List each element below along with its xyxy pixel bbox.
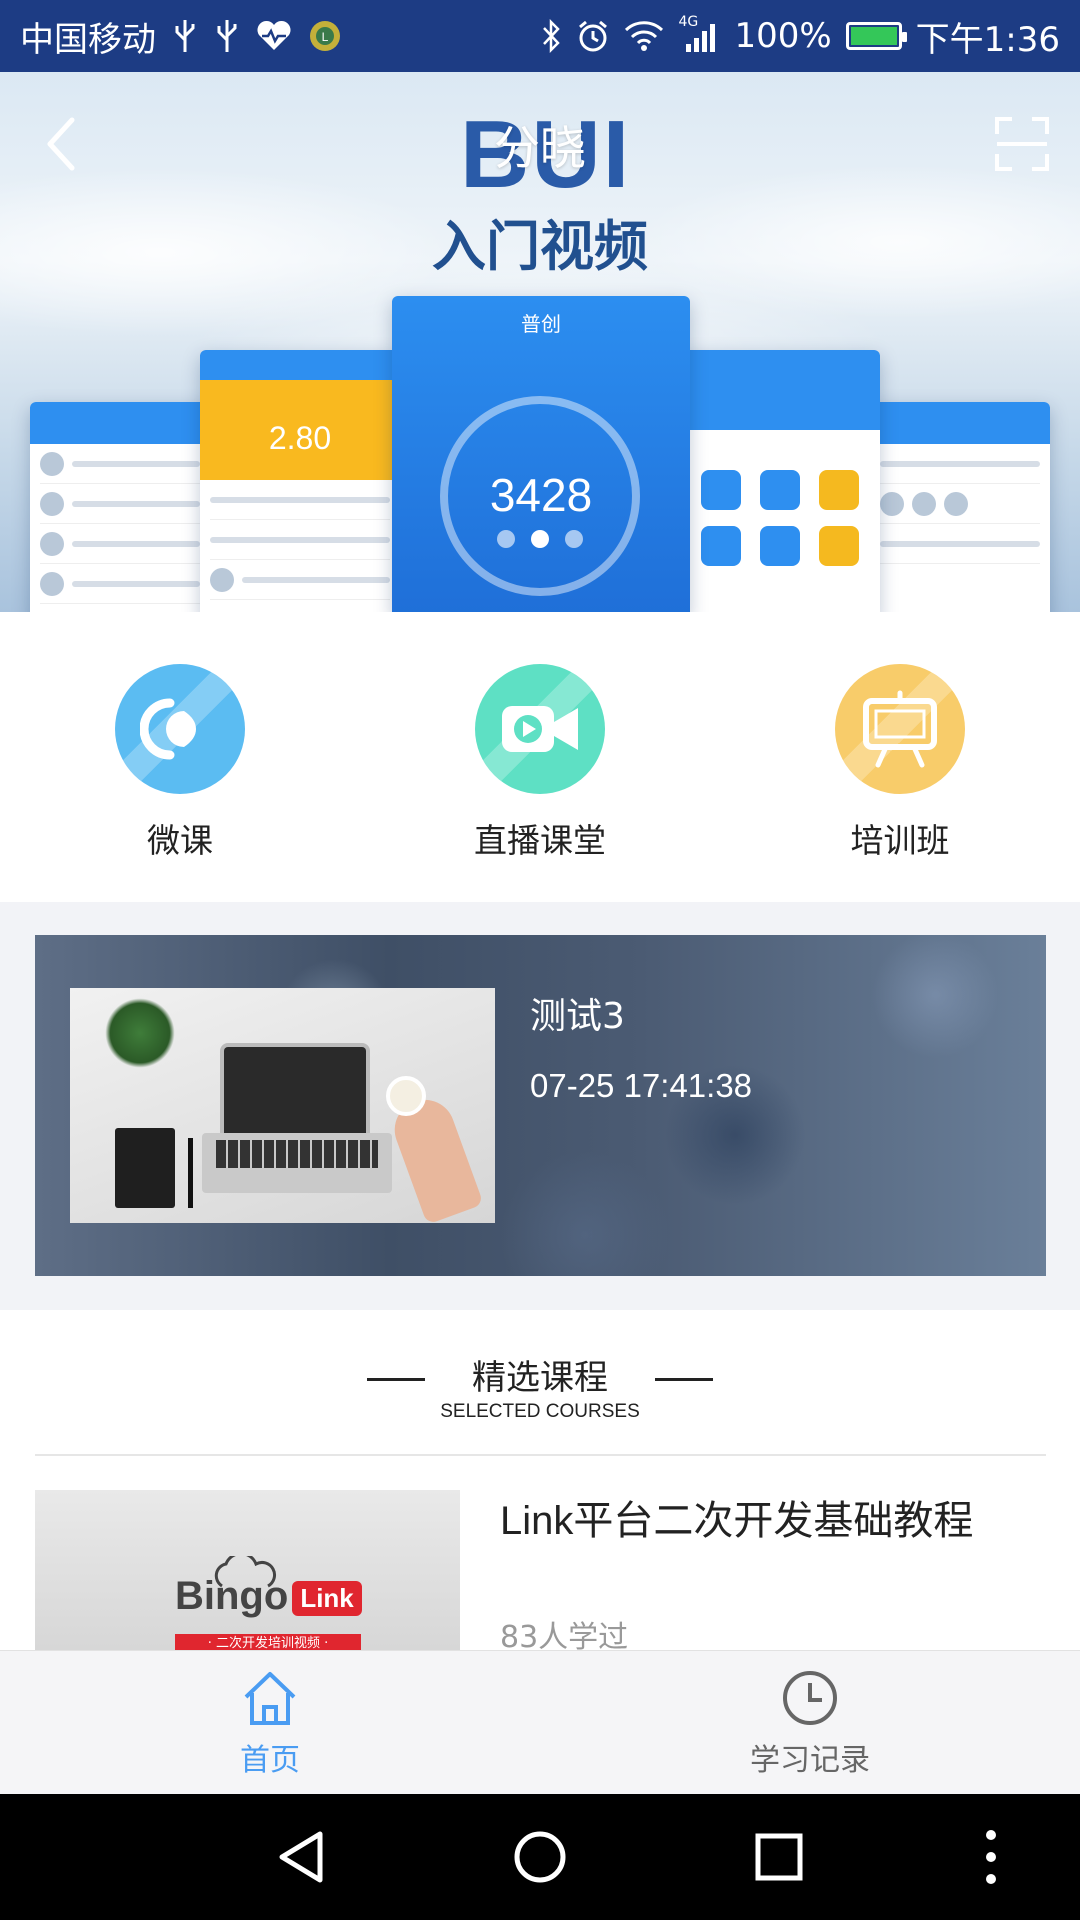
phone-mockup [680,350,880,612]
carousel-dot[interactable] [565,530,583,548]
usb-icon [214,16,240,56]
carousel-indicator [0,530,1080,548]
tab-home[interactable]: 首页 [120,1669,420,1779]
nav-back-button[interactable] [268,1824,334,1890]
carousel-dot[interactable] [531,530,549,548]
bluetooth-icon [540,16,562,56]
clock-time: 下午1:36 [915,19,1060,60]
nav-home-button[interactable] [507,1824,573,1890]
category-label: 培训班 [850,821,950,860]
battery-percent: 100% [734,16,832,56]
home-circle-icon [514,1831,566,1883]
alarm-icon [576,16,610,56]
course-thumbnail [70,988,495,1223]
nav-more-button[interactable] [958,1824,1024,1890]
home-icon [244,1672,296,1725]
live-course-card[interactable]: 测试3 07-25 17:41:38 [35,935,1046,1276]
easel-board-icon [835,664,965,794]
brand-name: Bingo [175,1574,289,1618]
network-type-label: 4G [678,14,699,30]
brand-link-badge: Link [292,1580,362,1616]
carousel-dot[interactable] [497,530,515,548]
chevron-left-icon [47,117,75,171]
course-title: Link平台二次开发基础教程 [500,1499,974,1543]
app-header: 分晓 [0,72,1080,216]
recents-square-icon [755,1833,803,1881]
svg-text:L: L [322,30,329,44]
status-bar: 中国移动 L 4G 100% 下午1:36 [0,0,1080,72]
battery-charging-icon [845,22,907,50]
section-title: 精选课程 [472,1358,608,1398]
clock-icon [783,1671,837,1725]
phone-mockup [870,402,1050,612]
live-course-title: 测试3 [530,996,625,1037]
divider [35,1454,1046,1456]
micro-lesson-icon [115,664,245,794]
category-training-class[interactable]: 培训班 [770,664,1030,862]
phone-mockup: 普创 3428 [392,296,690,612]
course-brand: Bingo Link [175,1574,362,1619]
system-navigation-bar [0,1794,1080,1920]
bottom-tab-bar: 首页 学习记录 [0,1650,1080,1794]
usb-icon [172,16,198,56]
category-live-class[interactable]: 直播课堂 [410,664,670,862]
phone-mockup: 2.80 [200,350,400,612]
more-dots-icon [986,1830,996,1884]
app-badge-icon: L [308,16,342,56]
back-button[interactable] [30,112,90,176]
banner-score: 2.80 [200,380,400,480]
page-title: 分晓 [494,121,586,175]
back-triangle-icon [279,1831,323,1883]
phone-mockup [30,402,210,612]
heart-rate-icon [256,16,292,56]
category-label: 微课 [147,821,213,860]
category-micro-lesson[interactable]: 微课 [50,664,310,862]
tab-study-records[interactable]: 学习记录 [660,1669,960,1779]
selected-courses-section: 精选课程 SELECTED COURSES Bingo Link · 二次开发培训… [0,1310,1080,1710]
section-header: 精选课程 SELECTED COURSES [0,1350,1080,1423]
section-subtitle: SELECTED COURSES [440,1401,640,1422]
scan-button[interactable] [990,112,1054,176]
banner-phone-title: 普创 [521,312,561,336]
signal-icon: 4G [678,14,720,56]
tab-label: 学习记录 [750,1743,870,1778]
live-course-time: 07-25 17:41:38 [530,1067,753,1104]
nav-recents-button[interactable] [746,1824,812,1890]
banner-phone-number: 3428 [489,469,593,521]
wifi-icon [624,16,664,56]
category-label: 直播课堂 [474,821,606,860]
category-grid: 微课 直播课堂 培训班 [0,612,1080,902]
scan-icon [995,117,1049,171]
carrier-label: 中国移动 [20,19,156,60]
tab-label: 首页 [240,1743,300,1778]
video-camera-icon [475,664,605,794]
